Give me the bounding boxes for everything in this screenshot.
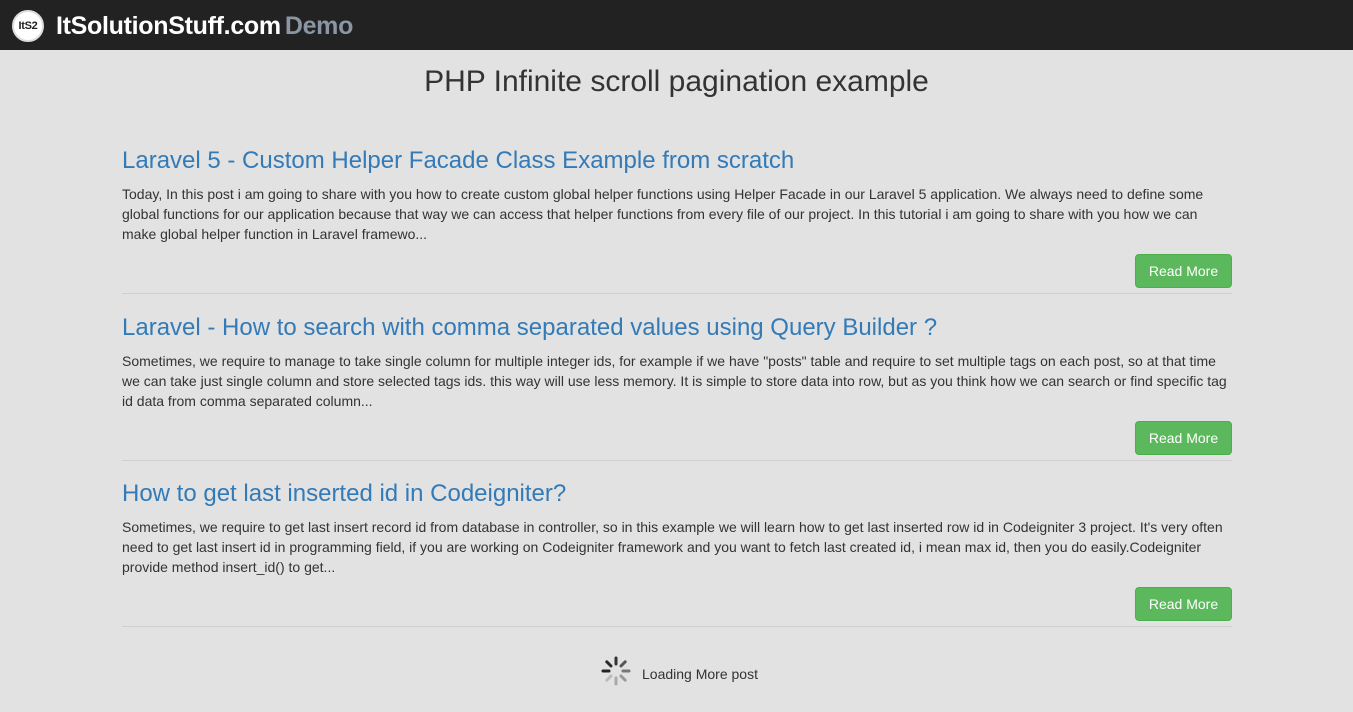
- top-navbar: ItS2 ItSolutionStuff.comDemo: [0, 0, 1353, 50]
- brand-name: ItSolutionStuff.com: [56, 12, 281, 40]
- logo-text: ItS2: [19, 20, 38, 32]
- brand-link[interactable]: ItSolutionStuff.comDemo: [56, 12, 353, 40]
- loading-indicator: Loading More post: [600, 655, 758, 692]
- page-title: PHP Infinite scroll pagination example: [0, 62, 1353, 102]
- post-title-link[interactable]: Laravel 5 - Custom Helper Facade Class E…: [122, 146, 1232, 176]
- post-item: Laravel - How to search with comma separ…: [122, 313, 1232, 461]
- read-more-button[interactable]: Read More: [1135, 254, 1232, 288]
- post-title-link[interactable]: Laravel - How to search with comma separ…: [122, 313, 1232, 343]
- loading-text: Loading More post: [642, 666, 758, 682]
- site-logo-icon[interactable]: ItS2: [12, 10, 44, 42]
- post-title-link[interactable]: How to get last inserted id in Codeignit…: [122, 479, 1232, 509]
- brand-suffix: Demo: [285, 12, 353, 40]
- post-excerpt: Sometimes, we require to get last insert…: [122, 517, 1232, 577]
- read-more-button[interactable]: Read More: [1135, 421, 1232, 455]
- spinner-icon: [600, 655, 632, 692]
- post-excerpt: Sometimes, we require to manage to take …: [122, 351, 1232, 411]
- post-item: Laravel 5 - Custom Helper Facade Class E…: [122, 146, 1232, 294]
- post-item: How to get last inserted id in Codeignit…: [122, 479, 1232, 627]
- read-more-button[interactable]: Read More: [1135, 587, 1232, 621]
- post-excerpt: Today, In this post i am going to share …: [122, 184, 1232, 244]
